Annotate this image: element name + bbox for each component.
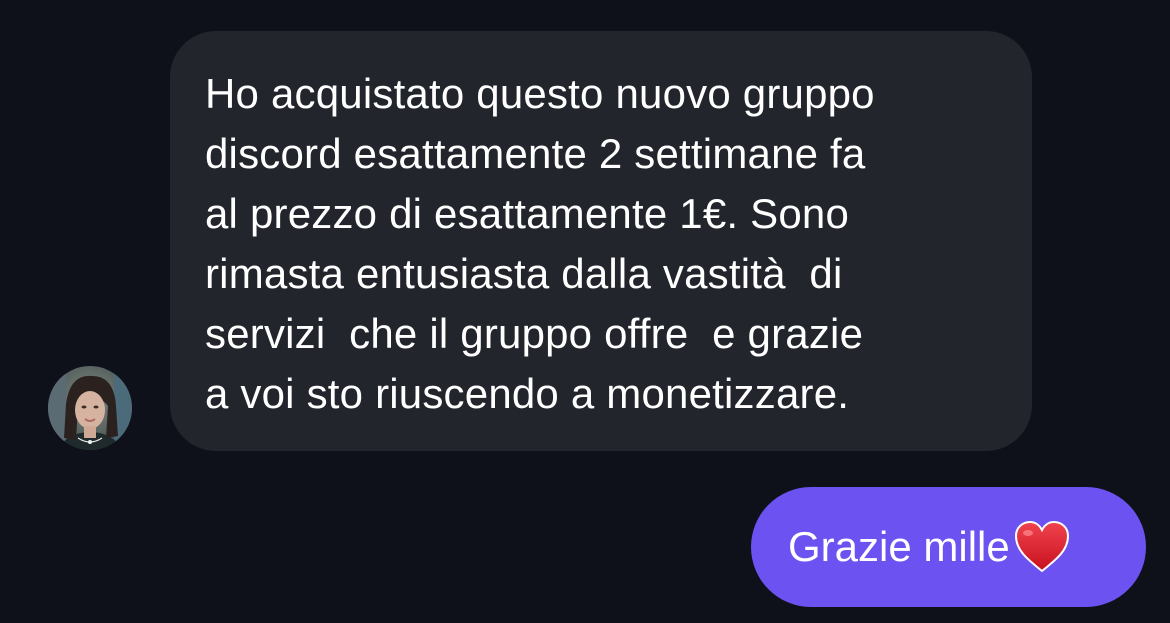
message-line: servizi che il gruppo offre e grazie <box>205 310 864 357</box>
sender-avatar[interactable] <box>48 366 132 450</box>
message-line: al prezzo di esattamente 1€. Sono <box>205 190 850 237</box>
message-line: rimasta entusiasta dalla vastità di <box>205 250 843 297</box>
outgoing-message-text: Grazie mille <box>788 523 1010 570</box>
message-line: discord esattamente 2 settimane fa <box>205 130 866 177</box>
red-heart-icon <box>1013 519 1071 575</box>
avatar-photo <box>48 366 132 450</box>
message-line: Ho acquistato questo nuovo gruppo <box>205 70 875 117</box>
message-line: a voi sto riuscendo a monetizzare. <box>205 370 850 417</box>
incoming-message-bubble[interactable]: Ho acquistato questo nuovo gruppo discor… <box>170 31 1032 451</box>
outgoing-message-bubble[interactable]: Grazie mille <box>751 487 1146 607</box>
chat-thread: Ho acquistato questo nuovo gruppo discor… <box>0 0 1170 623</box>
